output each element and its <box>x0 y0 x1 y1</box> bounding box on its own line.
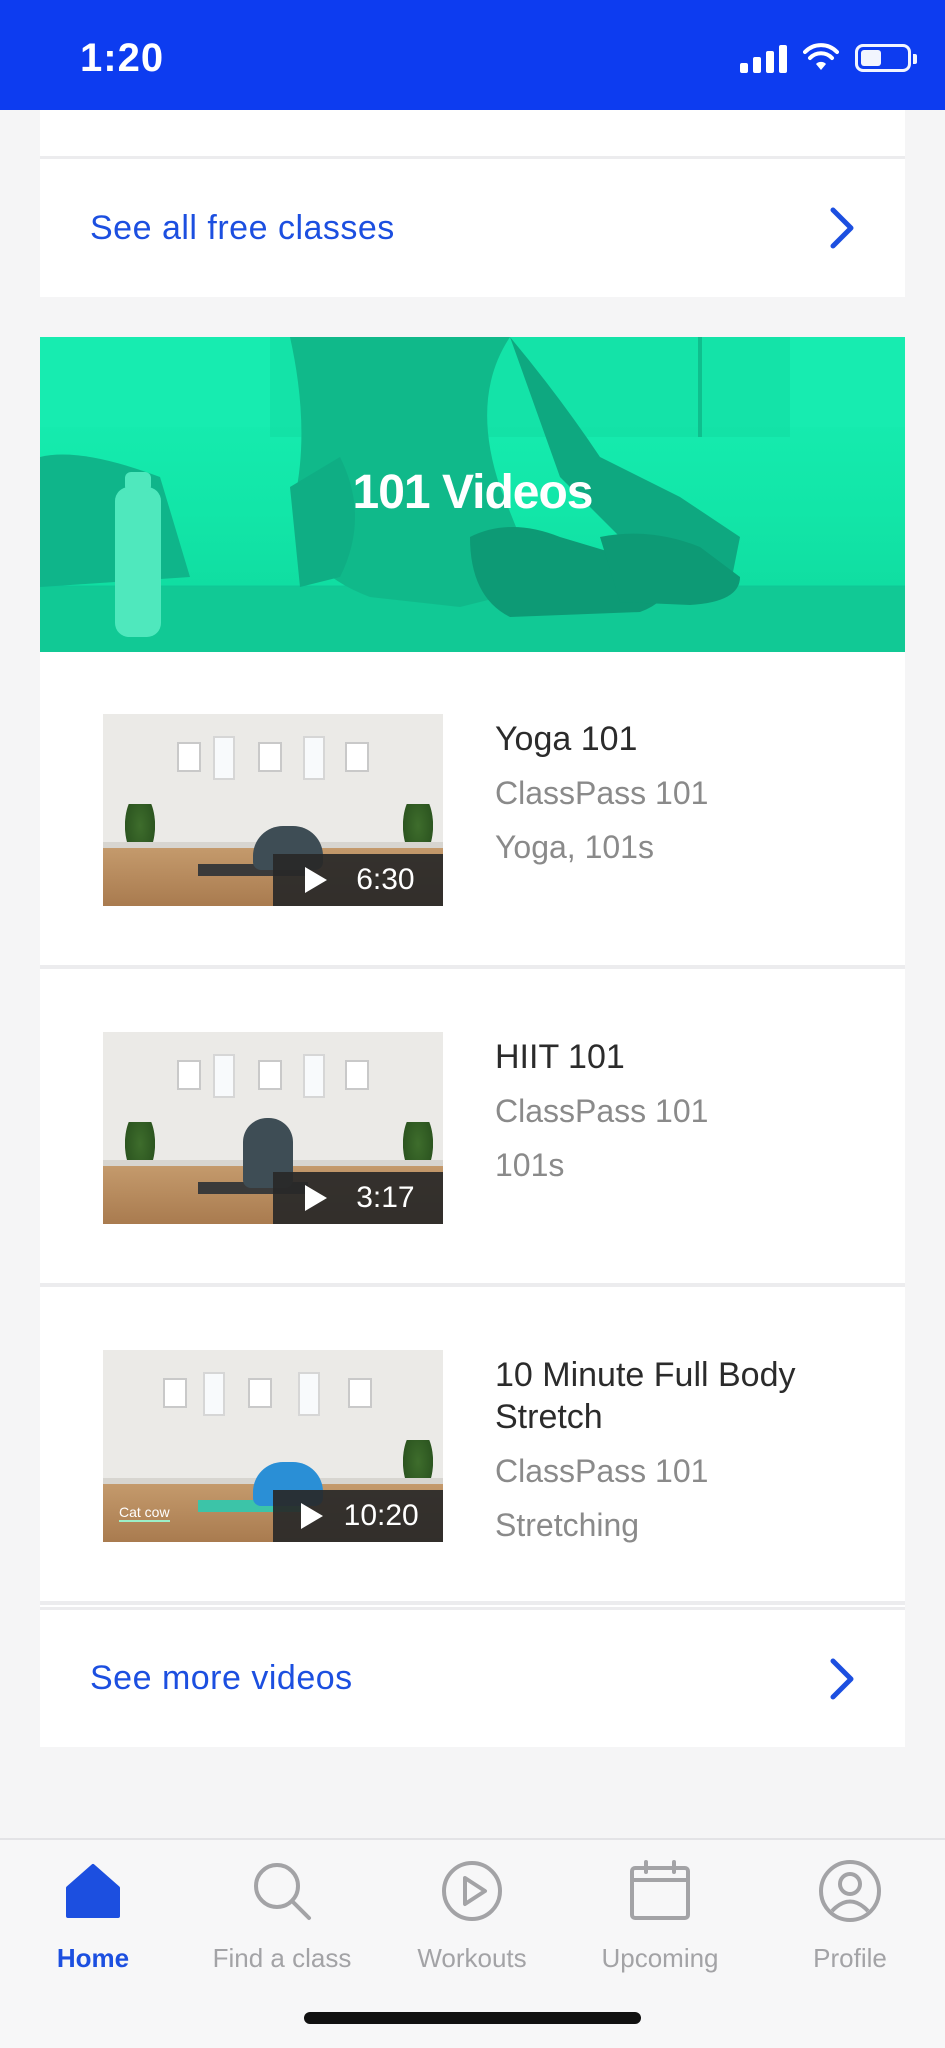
play-circle-icon <box>442 1861 502 1921</box>
see-more-videos-section: See more videos <box>40 1607 905 1747</box>
video-provider: ClassPass 101 <box>495 1093 709 1129</box>
video-list-item[interactable]: Cat cow 10:20 10 Minute Full Body Stretc… <box>40 1288 905 1605</box>
search-icon <box>254 1863 311 1920</box>
status-icons <box>740 40 917 76</box>
home-indicator[interactable] <box>304 2012 641 2024</box>
status-bar: 1:20 <box>0 0 945 110</box>
wifi-icon <box>803 43 839 70</box>
videos-banner[interactable]: 101 Videos <box>40 337 905 652</box>
video-duration: 3:17 <box>356 1181 415 1214</box>
tab-label: Home <box>56 1943 130 1973</box>
tab-upcoming[interactable]: Upcoming <box>570 1858 750 1974</box>
play-duration-badge[interactable]: 10:20 <box>273 1490 443 1542</box>
see-more-videos-label: See more videos <box>90 1659 353 1697</box>
status-time: 1:20 <box>80 36 165 80</box>
chevron-right-icon <box>830 1658 854 1699</box>
video-list-item[interactable]: 6:30 Yoga 101 ClassPass 101 Yoga, 101s <box>40 652 905 969</box>
profile-icon <box>819 1860 881 1922</box>
video-info: 10 Minute Full Body Stretch ClassPass 10… <box>495 1350 875 1546</box>
video-category: Stretching <box>495 1507 640 1543</box>
see-all-free-classes-label: See all free classes <box>90 208 395 247</box>
thumbnail-caption: Cat cow <box>119 1504 170 1522</box>
video-category: 101s <box>495 1147 565 1183</box>
video-title: 10 Minute Full Body Stretch <box>495 1356 796 1436</box>
video-provider: ClassPass 101 <box>495 1453 709 1489</box>
tab-label: Workouts <box>417 1943 527 1973</box>
play-duration-badge[interactable]: 3:17 <box>273 1172 443 1224</box>
chevron-right-icon <box>830 207 854 249</box>
video-thumbnail[interactable]: 3:17 <box>103 1032 443 1224</box>
battery-icon <box>855 44 917 72</box>
tab-workouts[interactable]: Workouts <box>382 1858 562 1974</box>
tab-label: Upcoming <box>601 1943 719 1973</box>
tab-find-a-class[interactable]: Find a class <box>192 1858 372 1974</box>
video-provider: ClassPass 101 <box>495 775 709 811</box>
banner-title: 101 Videos <box>352 466 594 519</box>
tab-label: Profile <box>813 1943 887 1973</box>
play-icon <box>301 1503 324 1529</box>
video-thumbnail[interactable]: 6:30 <box>103 714 443 906</box>
tab-home[interactable]: Home <box>3 1858 183 1974</box>
play-duration-badge[interactable]: 6:30 <box>273 854 443 906</box>
videos-101-card: 101 Videos 6:30 Yoga 101 ClassPass 101 Y… <box>40 337 905 1747</box>
video-duration: 6:30 <box>356 863 415 896</box>
play-icon <box>305 867 328 893</box>
free-classes-card: See all free classes <box>40 110 905 297</box>
see-all-free-classes-link[interactable]: See all free classes <box>40 159 905 297</box>
video-thumbnail[interactable]: Cat cow 10:20 <box>103 1350 443 1542</box>
video-title: HIIT 101 <box>495 1038 625 1076</box>
calendar-icon <box>630 1860 690 1920</box>
video-title: Yoga 101 <box>495 720 638 758</box>
play-icon <box>305 1185 328 1211</box>
cellular-signal-icon <box>740 43 787 73</box>
video-info: HIIT 101 ClassPass 101 101s <box>495 1032 875 1186</box>
video-list-item[interactable]: 3:17 HIIT 101 ClassPass 101 101s <box>40 970 905 1287</box>
video-category: Yoga, 101s <box>495 829 654 865</box>
tab-profile[interactable]: Profile <box>760 1858 940 1974</box>
home-icon <box>66 1864 120 1918</box>
tab-label: Find a class <box>212 1943 352 1973</box>
video-info: Yoga 101 ClassPass 101 Yoga, 101s <box>495 714 875 868</box>
see-more-videos-link[interactable]: See more videos <box>40 1610 905 1747</box>
video-duration: 10:20 <box>343 1499 419 1532</box>
